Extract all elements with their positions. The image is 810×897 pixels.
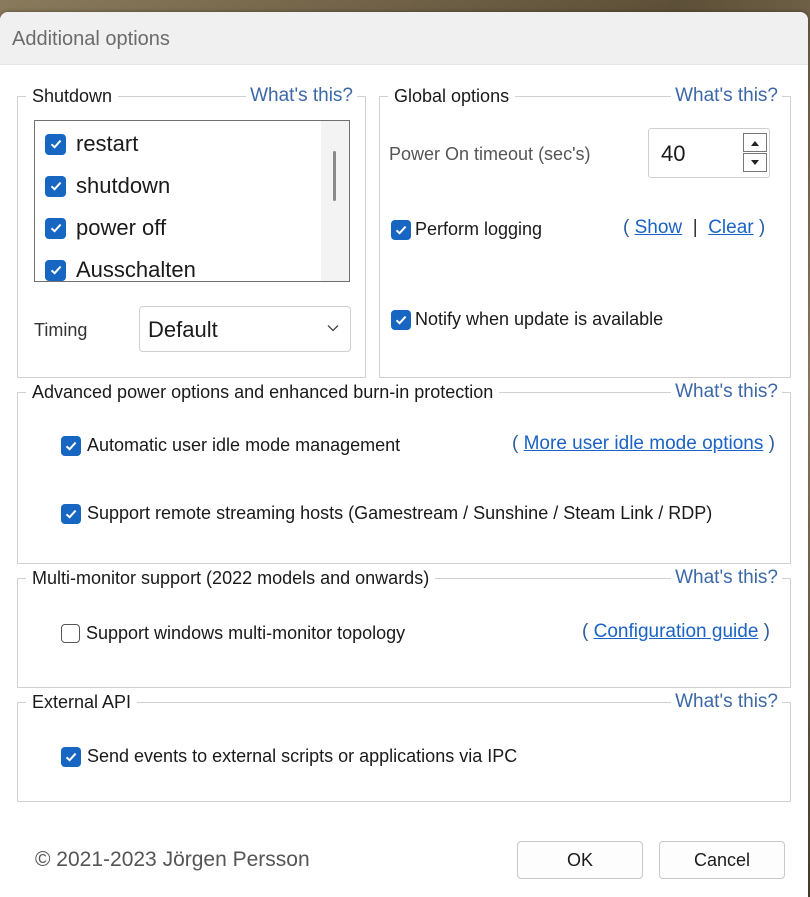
multi-monitor-topology-checkbox[interactable]: Support windows multi-monitor topology [61,623,405,644]
shutdown-legend: Shutdown [26,84,119,108]
timing-value: Default [148,317,218,342]
logging-links: ( Show | Clear ) [623,217,765,239]
advanced-power-group: Advanced power options and enhanced burn… [17,380,791,564]
paren-open: ( [623,217,635,238]
spin-up-button[interactable] [743,133,767,152]
power-on-timeout-spinner[interactable]: 40 [648,128,770,178]
scrollbar-thumb[interactable] [333,151,336,201]
list-item-shutdown[interactable]: shutdown [45,173,170,199]
title-bar[interactable]: Additional options [0,12,808,65]
remote-streaming-label: Support remote streaming hosts (Gamestre… [87,503,713,523]
arrow-down-icon [751,159,759,165]
list-item-ausschalten[interactable]: Ausschalten [45,257,196,282]
advanced-whats-this-link[interactable]: What's this? [671,380,782,404]
idle-options-links: ( More user idle mode options ) [512,433,775,455]
remote-streaming-checkbox[interactable]: Support remote streaming hosts (Gamestre… [61,503,712,524]
external-api-whats-this-link[interactable]: What's this? [671,690,782,714]
multi-monitor-topology-label: Support windows multi-monitor topology [86,623,406,643]
configuration-guide-link[interactable]: Configuration guide [594,621,759,642]
paren-open: ( [512,433,524,454]
idle-mode-checkbox[interactable]: Automatic user idle mode management [61,435,400,456]
arrow-up-icon [751,140,759,146]
perform-logging-checkbox[interactable]: Perform logging [391,219,542,240]
notify-update-checkbox[interactable]: Notify when update is available [391,309,663,330]
check-icon[interactable] [61,435,81,456]
window-title: Additional options [12,28,170,50]
check-icon[interactable] [61,746,81,767]
spin-down-button[interactable] [743,153,767,172]
list-item-label: Ausschalten [76,257,196,282]
list-scrollbar[interactable] [321,121,349,281]
notify-update-label: Notify when update is available [415,309,664,329]
copyright-text: © 2021-2023 Jörgen Persson [35,848,310,871]
global-options-legend: Global options [388,84,516,108]
advanced-power-legend: Advanced power options and enhanced burn… [26,380,500,404]
ipc-events-label: Send events to external scripts or appli… [87,746,518,766]
paren-close: ) [758,621,771,642]
check-icon[interactable] [391,309,411,330]
list-item-label: shutdown [76,173,171,198]
paren-close: ) [753,217,766,238]
dialog-window: Additional options Shutdown What's this?… [0,12,808,897]
list-item-label: restart [76,131,139,156]
ok-button[interactable]: OK [517,841,643,879]
clear-log-link[interactable]: Clear [708,217,753,238]
check-icon[interactable] [45,133,66,155]
timing-label: Timing [34,320,88,340]
check-icon[interactable] [45,217,66,239]
power-on-timeout-value[interactable]: 40 [661,141,685,167]
paren-open: ( [582,621,594,642]
multi-monitor-legend: Multi-monitor support (2022 models and o… [26,566,436,590]
list-item-label: power off [76,215,167,240]
check-icon[interactable] [391,219,411,240]
shutdown-whats-this-link[interactable]: What's this? [246,84,357,108]
check-icon[interactable] [61,503,81,524]
separator: | [682,217,709,238]
checkbox-unchecked-icon[interactable] [61,624,80,643]
cancel-button[interactable]: Cancel [659,841,785,879]
perform-logging-label: Perform logging [415,219,543,239]
multi-monitor-whats-this-link[interactable]: What's this? [671,566,782,590]
paren-close: ) [763,433,775,454]
chevron-down-icon [327,325,339,332]
check-icon[interactable] [45,175,66,197]
more-idle-options-link[interactable]: More user idle mode options [524,433,764,454]
timing-dropdown[interactable]: Default [139,306,351,352]
power-on-timeout-label: Power On timeout (sec's) [389,144,591,164]
check-icon[interactable] [45,259,66,281]
list-item-power-off[interactable]: power off [45,215,166,241]
idle-mode-label: Automatic user idle mode management [87,435,401,455]
list-item-restart[interactable]: restart [45,131,138,157]
configuration-guide-links: ( Configuration guide ) [582,621,770,643]
global-whats-this-link[interactable]: What's this? [671,84,782,108]
show-log-link[interactable]: Show [635,217,683,238]
shutdown-command-list[interactable]: restart shutdown power off Ausschalten [34,120,350,282]
external-api-legend: External API [26,690,138,714]
ipc-events-checkbox[interactable]: Send events to external scripts or appli… [61,746,517,767]
